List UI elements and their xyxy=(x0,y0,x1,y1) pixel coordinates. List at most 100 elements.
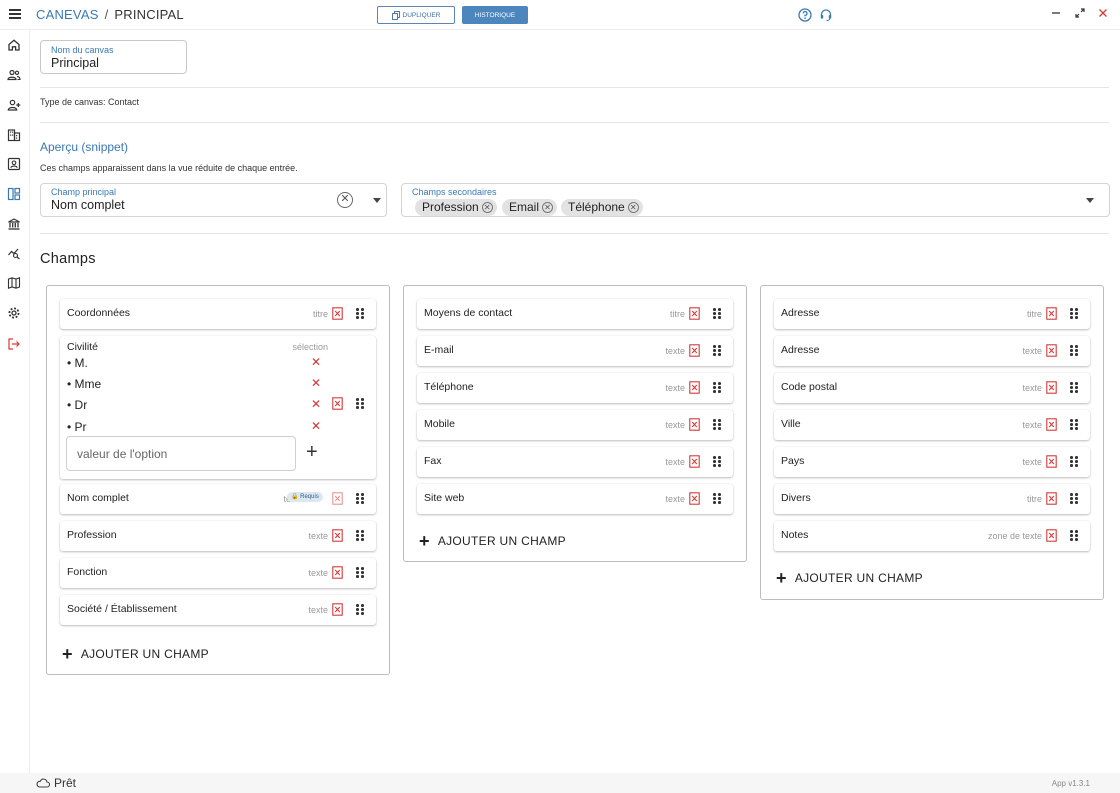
field-card[interactable]: Profession texte xyxy=(60,521,376,551)
field-card[interactable]: Code postal texte xyxy=(774,373,1090,403)
minimize-icon[interactable] xyxy=(1050,8,1062,20)
building-icon[interactable] xyxy=(7,128,23,144)
bank-icon[interactable] xyxy=(7,217,23,233)
delete-icon[interactable] xyxy=(332,307,343,320)
drag-handle-icon[interactable] xyxy=(1070,308,1078,319)
drag-handle-icon[interactable] xyxy=(1070,382,1078,393)
field-card[interactable]: Notes zone de texte xyxy=(774,521,1090,551)
support-icon[interactable] xyxy=(819,8,833,22)
id-card-icon[interactable] xyxy=(7,157,23,173)
field-card[interactable]: Fonction texte xyxy=(60,558,376,588)
drag-handle-icon[interactable] xyxy=(713,419,721,430)
remove-option-icon[interactable]: ✕ xyxy=(311,397,321,411)
secondary-fields-select[interactable]: Champs secondaires Profession ✕ Email ✕ Té… xyxy=(401,183,1110,217)
drag-handle-icon[interactable] xyxy=(356,530,364,541)
chip-remove-icon[interactable]: ✕ xyxy=(481,202,493,213)
drag-handle-icon[interactable] xyxy=(1070,493,1078,504)
history-button[interactable]: HISTORIQUE xyxy=(462,6,528,24)
drag-handle-icon[interactable] xyxy=(356,398,364,409)
option-value-input[interactable]: valeur de l'option xyxy=(66,436,296,471)
delete-icon[interactable] xyxy=(1046,492,1057,505)
remove-option-icon[interactable]: ✕ xyxy=(311,419,321,433)
canvas-name-value[interactable]: Principal xyxy=(51,56,99,70)
delete-icon[interactable] xyxy=(1046,344,1057,357)
field-card[interactable]: Moyens de contact titre xyxy=(417,299,733,329)
breadcrumb-root[interactable]: CANEVAS xyxy=(36,7,99,22)
field-card[interactable]: Divers titre xyxy=(774,484,1090,514)
drag-handle-icon[interactable] xyxy=(356,567,364,578)
add-field-button[interactable]: + AJOUTER UN CHAMP xyxy=(776,569,923,587)
remove-option-icon[interactable]: ✕ xyxy=(311,376,321,390)
drag-handle-icon[interactable] xyxy=(1070,345,1078,356)
field-card[interactable]: Téléphone texte xyxy=(417,373,733,403)
drag-handle-icon[interactable] xyxy=(356,308,364,319)
chip-profession[interactable]: Profession ✕ xyxy=(415,199,497,216)
field-card[interactable]: Ville texte xyxy=(774,410,1090,440)
logout-icon[interactable] xyxy=(7,337,23,353)
delete-icon[interactable] xyxy=(1046,418,1057,431)
delete-icon[interactable] xyxy=(1046,529,1057,542)
chip-remove-icon[interactable]: ✕ xyxy=(542,202,554,213)
drag-handle-icon[interactable] xyxy=(356,493,364,504)
drag-handle-icon[interactable] xyxy=(713,345,721,356)
field-card[interactable]: Société / Établissement texte xyxy=(60,595,376,625)
delete-icon[interactable] xyxy=(689,455,700,468)
clear-icon[interactable]: ✕ xyxy=(337,192,353,208)
maximize-icon[interactable] xyxy=(1074,8,1086,20)
canvas-name-field[interactable]: Nom du canvas Principal xyxy=(40,40,187,74)
drag-handle-icon[interactable] xyxy=(713,456,721,467)
help-icon[interactable] xyxy=(798,8,812,22)
drag-handle-icon[interactable] xyxy=(1070,456,1078,467)
field-card[interactable]: Adresse texte xyxy=(774,336,1090,366)
add-person-icon[interactable] xyxy=(7,98,23,114)
analytics-icon[interactable] xyxy=(7,246,23,262)
delete-icon[interactable] xyxy=(689,381,700,394)
delete-icon[interactable] xyxy=(332,529,343,542)
settings-icon[interactable] xyxy=(7,306,23,322)
add-field-button[interactable]: + AJOUTER UN CHAMP xyxy=(419,532,566,550)
delete-icon[interactable] xyxy=(332,566,343,579)
delete-icon[interactable] xyxy=(689,418,700,431)
delete-icon[interactable] xyxy=(1046,455,1057,468)
delete-icon[interactable] xyxy=(1046,307,1057,320)
chip-email[interactable]: Email ✕ xyxy=(502,199,558,216)
drag-handle-icon[interactable] xyxy=(713,493,721,504)
drag-handle-icon[interactable] xyxy=(1070,530,1078,541)
field-card[interactable]: Site web texte xyxy=(417,484,733,514)
chip-remove-icon[interactable]: ✕ xyxy=(627,202,639,213)
field-card[interactable]: E-mail texte xyxy=(417,336,733,366)
field-card[interactable]: Coordonnées titre xyxy=(60,299,376,329)
drag-handle-icon[interactable] xyxy=(713,308,721,319)
home-icon[interactable] xyxy=(7,38,23,54)
delete-icon[interactable] xyxy=(332,397,343,410)
contacts-icon[interactable] xyxy=(7,68,23,84)
chevron-down-icon[interactable] xyxy=(1086,198,1094,203)
field-card[interactable]: Nom complet texte 🔒 Requis xyxy=(60,484,376,514)
primary-field-select[interactable]: Champ principal Nom complet ✕ xyxy=(40,183,387,217)
field-card[interactable]: Fax texte xyxy=(417,447,733,477)
field-card-select[interactable]: Civilité sélection • M. ✕ • Mme ✕ • Dr ✕… xyxy=(60,336,376,479)
duplicate-button[interactable]: DUPLIQUER xyxy=(377,6,455,24)
add-option-icon[interactable]: + xyxy=(306,441,318,464)
remove-option-icon[interactable]: ✕ xyxy=(311,355,321,369)
drag-handle-icon[interactable] xyxy=(356,604,364,615)
menu-icon[interactable] xyxy=(7,7,23,23)
close-icon[interactable] xyxy=(1097,8,1109,20)
map-icon[interactable] xyxy=(7,276,23,292)
delete-icon[interactable] xyxy=(689,307,700,320)
add-field-button[interactable]: + AJOUTER UN CHAMP xyxy=(62,645,209,663)
drag-handle-icon[interactable] xyxy=(1070,419,1078,430)
delete-icon[interactable] xyxy=(332,603,343,616)
delete-icon[interactable] xyxy=(332,492,343,505)
field-card[interactable]: Mobile texte xyxy=(417,410,733,440)
delete-icon[interactable] xyxy=(1046,381,1057,394)
field-card[interactable]: Adresse titre xyxy=(774,299,1090,329)
field-name: Fonction xyxy=(67,566,108,578)
chip-telephone[interactable]: Téléphone ✕ xyxy=(561,199,643,216)
drag-handle-icon[interactable] xyxy=(713,382,721,393)
delete-icon[interactable] xyxy=(689,492,700,505)
canvas-layout-icon[interactable] xyxy=(7,187,23,203)
field-card[interactable]: Pays texte xyxy=(774,447,1090,477)
delete-icon[interactable] xyxy=(689,344,700,357)
chevron-down-icon[interactable] xyxy=(373,198,381,203)
